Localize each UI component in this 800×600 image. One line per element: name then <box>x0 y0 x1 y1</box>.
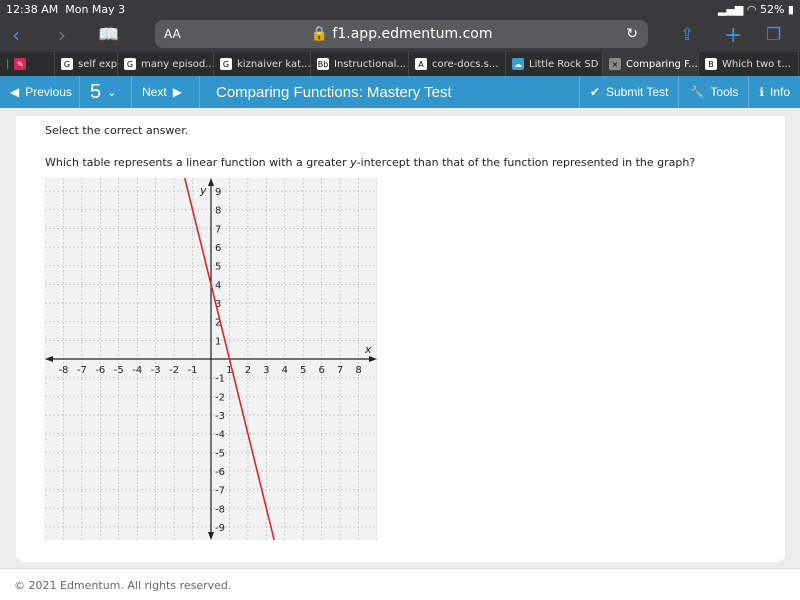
tab-pinned[interactable]: | ✎ <box>0 52 55 76</box>
tab[interactable]: Gkiznaiver kat... <box>214 52 311 76</box>
question-selector[interactable]: 5 ⌄ <box>80 76 132 108</box>
info-button[interactable]: ℹ Info <box>748 76 800 108</box>
favicon: A <box>415 58 427 70</box>
address-bar[interactable]: AA 🔒 f1.app.edmentum.com ↻ <box>155 20 648 48</box>
status-bar: 12:38 AM Mon May 3 ▂▄▆ ◠ 52% ▮ <box>0 0 800 18</box>
tab-active[interactable]: × Comparing F... <box>603 52 699 76</box>
bookmarks-icon[interactable]: 📖 <box>98 25 119 45</box>
x-tick-label: -2 <box>169 365 179 376</box>
function-graph: -8 -7 -6 -5 -4 -3 -2 -1 1 2 3 4 5 6 7 8 -9 -8 -7 -6 -5 -4 -3 -2… <box>45 178 377 540</box>
x-tick-label: -6 <box>95 365 105 376</box>
question-card: Select the correct answer. Which table r… <box>16 116 785 562</box>
tools-button[interactable]: 🔧 Tools <box>678 76 748 108</box>
check-circle-icon: ✔ <box>589 85 600 99</box>
x-tick-label: 4 <box>282 365 288 376</box>
footer: © 2021 Edmentum. All rights reserved. <box>0 568 800 600</box>
url: f1.app.edmentum.com <box>332 26 493 42</box>
tab[interactable]: ☁ Little Rock SD <box>506 52 603 76</box>
y-tick-label: 6 <box>215 243 221 254</box>
pen-icon: ✎ <box>14 58 27 70</box>
y-tick-label: 8 <box>215 206 221 217</box>
tab[interactable]: Bb Instructional... <box>311 52 409 76</box>
browser-toolbar: ‹ › 📖 AA 🔒 f1.app.edmentum.com ↻ ⇪ + ❐ <box>0 18 800 52</box>
y-tick-label: -5 <box>215 448 225 459</box>
x-tick-label: 8 <box>355 365 361 376</box>
x-axis-label: x <box>364 343 372 356</box>
reader-button[interactable]: AA <box>164 27 181 41</box>
tab[interactable]: Gmany episod... <box>118 52 214 76</box>
x-tick-label: 3 <box>263 365 269 376</box>
previous-button[interactable]: ◀ Previous <box>0 76 80 108</box>
y-tick-label: -1 <box>215 374 225 385</box>
back-icon[interactable]: ‹ <box>12 23 20 47</box>
x-tick-label: 7 <box>337 365 343 376</box>
tab-bar: |✎ Gself expla Gmany episod... Gkiznaive… <box>0 52 800 76</box>
test-toolbar: ◀ Previous 5 ⌄ Next ▶ Comparing Functions: … <box>0 76 800 108</box>
favicon: G <box>124 58 136 70</box>
wrench-icon: 🔧 <box>689 85 705 99</box>
x-tick-label: -5 <box>114 365 124 376</box>
y-tick-label: -3 <box>215 411 225 422</box>
forward-icon[interactable]: › <box>58 23 66 47</box>
tabs-icon[interactable]: ❐ <box>766 25 781 45</box>
y-tick-label: -7 <box>215 486 225 497</box>
y-tick-label: 5 <box>215 262 221 273</box>
tab[interactable]: Gself expla <box>55 52 118 76</box>
chevron-down-icon: ⌄ <box>107 86 117 99</box>
y-tick-label: 4 <box>215 280 221 291</box>
new-tab-icon[interactable]: + <box>724 23 742 48</box>
reload-icon[interactable]: ↻ <box>626 26 638 42</box>
y-tick-label: 1 <box>215 336 221 347</box>
tab[interactable]: Acore-docs.s... <box>409 52 506 76</box>
clock: 12:38 AM <box>6 2 59 16</box>
arrow-left-icon: ◀ <box>10 85 20 99</box>
favicon: ☁ <box>512 58 524 70</box>
instruction: Select the correct answer. <box>45 124 189 137</box>
x-tick-label: 6 <box>318 365 324 376</box>
x-tick-label: -7 <box>77 365 87 376</box>
y-tick-label: -4 <box>215 430 225 441</box>
y-tick-label: -2 <box>215 392 225 403</box>
x-tick-label: -4 <box>132 365 142 376</box>
page-title: Comparing Functions: Mastery Test <box>216 83 452 101</box>
x-tick-label: 5 <box>300 365 306 376</box>
y-tick-label: 7 <box>215 224 221 235</box>
x-tick-label: -1 <box>188 365 198 376</box>
x-tick-label: 2 <box>245 365 251 376</box>
y-tick-label: -6 <box>215 467 225 478</box>
close-tab-icon: × <box>609 58 621 70</box>
x-tick-label: -3 <box>151 365 161 376</box>
submit-test-button[interactable]: ✔ Submit Test <box>578 76 679 108</box>
favicon: G <box>61 58 73 70</box>
info-icon: ℹ <box>759 85 764 99</box>
x-tick-label: -8 <box>58 365 68 376</box>
lock-icon: 🔒 <box>310 26 333 42</box>
date: Mon May 3 <box>65 2 126 16</box>
share-icon[interactable]: ⇪ <box>680 25 694 45</box>
question-prompt: Which table represents a linear function… <box>45 156 696 169</box>
y-tick-label: -8 <box>215 504 225 515</box>
y-tick-label: 9 <box>215 187 221 198</box>
tab[interactable]: B Which two t... <box>699 52 799 76</box>
favicon: Bb <box>317 58 329 70</box>
favicon: B <box>705 58 717 70</box>
favicon: G <box>220 58 232 70</box>
next-button[interactable]: Next ▶ <box>132 76 200 108</box>
y-tick-label: -9 <box>215 523 225 534</box>
arrow-right-icon: ▶ <box>172 85 182 99</box>
y-axis-label: y <box>199 184 207 197</box>
battery: ▂▄▆ ◠ 52% ▮ <box>718 2 794 16</box>
